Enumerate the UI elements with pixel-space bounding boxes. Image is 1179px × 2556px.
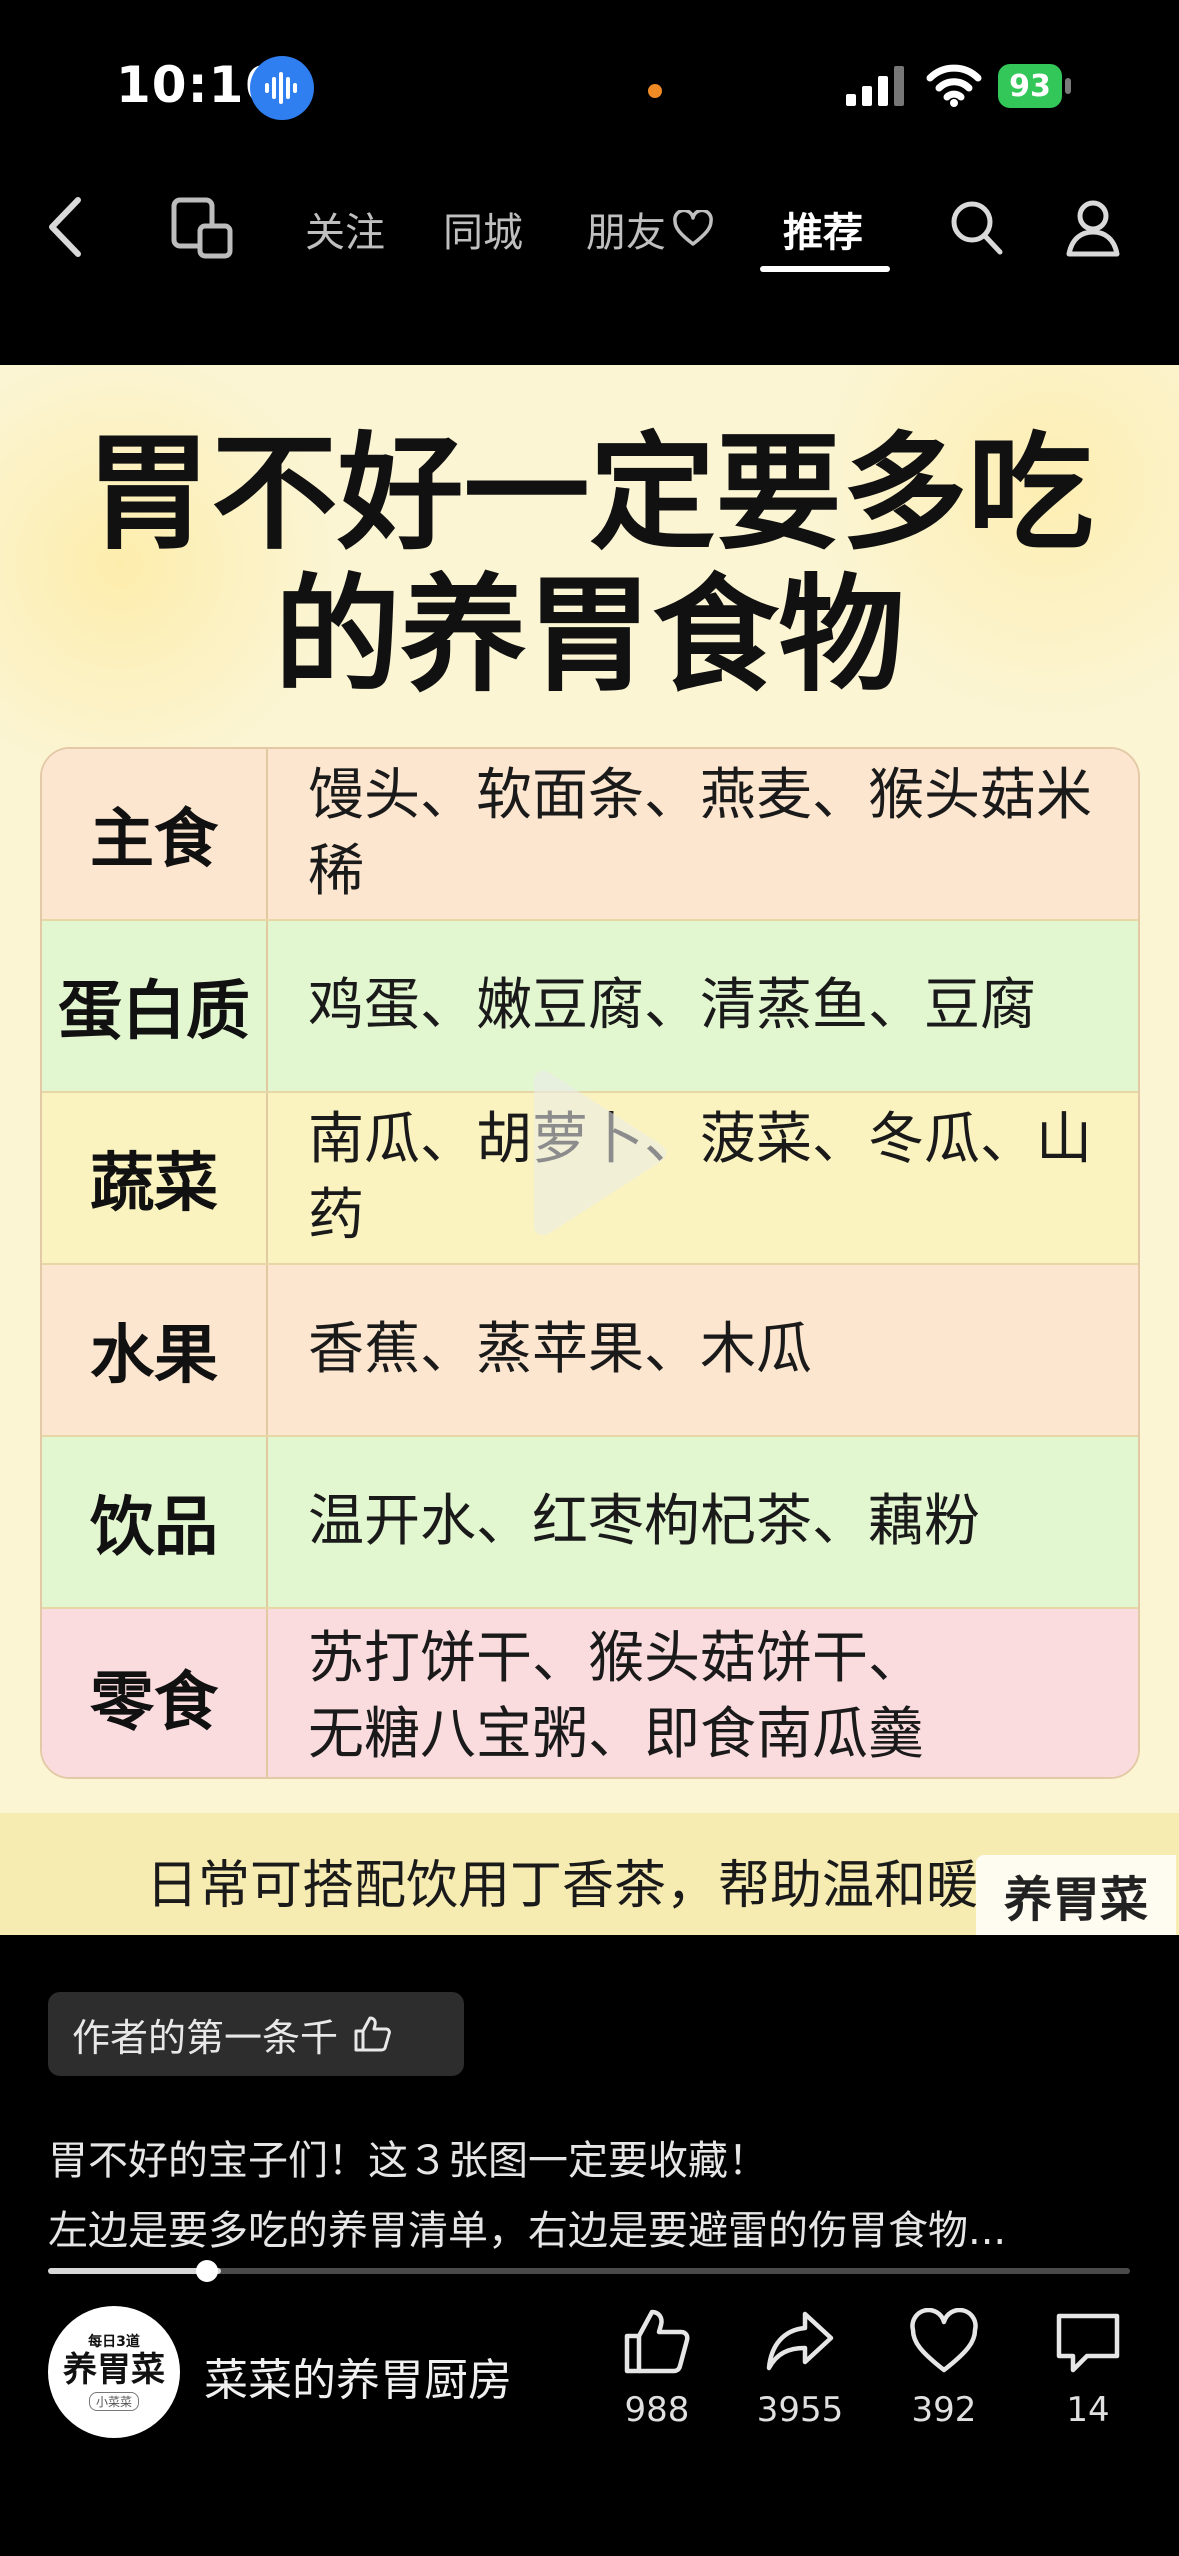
cellular-signal-icon bbox=[846, 66, 904, 106]
battery-tip bbox=[1065, 78, 1071, 94]
share-count: 3955 bbox=[756, 2390, 844, 2430]
author-chip-label: 作者的第一条千 bbox=[72, 2015, 339, 2060]
heart-outline-icon bbox=[673, 210, 713, 246]
row-items: 鸡蛋、嫩豆腐、清蒸鱼、豆腐 bbox=[308, 973, 1036, 1038]
favorite-count: 392 bbox=[911, 2390, 977, 2430]
wifi-icon bbox=[926, 64, 982, 107]
table-row: 饮品 温开水、红枣枸杞茶、藕粉 bbox=[42, 1437, 1138, 1609]
thumbs-up-icon bbox=[624, 2309, 690, 2374]
row-items: 香蕉、蒸苹果、木瓜 bbox=[308, 1317, 812, 1382]
watermark-label: 养胃菜 bbox=[976, 1855, 1176, 1935]
account-name[interactable]: 菜菜的养胃厨房 bbox=[204, 2344, 512, 2408]
active-tab-underline bbox=[760, 266, 890, 272]
comment-count: 14 bbox=[1066, 2390, 1110, 2430]
author-first-post-chip[interactable]: 作者的第一条千 bbox=[48, 1992, 464, 2076]
row-category: 蛋白质 bbox=[42, 921, 268, 1091]
caption-line1[interactable]: 胃不好的宝子们！这３张图一定要收藏！ bbox=[48, 2128, 768, 2186]
like-button[interactable]: 988 bbox=[602, 2308, 712, 2430]
tab-local[interactable]: 同城 bbox=[443, 200, 523, 258]
favorite-button[interactable]: 392 bbox=[889, 2308, 999, 2430]
tab-friends-label: 朋友 bbox=[586, 210, 666, 256]
avatar[interactable]: 每日3道 养胃菜 小菜菜 bbox=[48, 2306, 180, 2438]
tab-follow[interactable]: 关注 bbox=[305, 200, 385, 258]
tab-recommend[interactable]: 推荐 bbox=[783, 200, 863, 258]
share-arrow-icon bbox=[766, 2311, 834, 2371]
poster-title: 胃不好一定要多吃 的养胃食物 bbox=[0, 423, 1179, 707]
row-category: 水果 bbox=[42, 1265, 268, 1435]
heart-icon bbox=[910, 2308, 978, 2373]
row-category: 饮品 bbox=[42, 1437, 268, 1607]
row-items: 南瓜、胡萝卜、菠菜、冬瓜、山药 bbox=[308, 1107, 1092, 1248]
row-category: 蔬菜 bbox=[42, 1093, 268, 1263]
avatar-small-text: 每日3道 bbox=[88, 2333, 140, 2350]
poster-title-line1: 胃不好一定要多吃 bbox=[85, 420, 1094, 567]
profile-icon[interactable] bbox=[1064, 198, 1122, 258]
tab-friends[interactable]: 朋友 bbox=[586, 200, 714, 258]
row-category: 主食 bbox=[42, 749, 268, 919]
row-items: 馒头、软面条、燕麦、猴头菇米稀 bbox=[308, 763, 1092, 904]
avatar-big-text: 养胃菜 bbox=[63, 2349, 165, 2390]
back-arrow-icon[interactable] bbox=[44, 192, 88, 262]
privacy-indicator-dot bbox=[648, 84, 662, 98]
thumbs-up-icon bbox=[354, 2016, 391, 2052]
voice-recording-icon bbox=[250, 56, 314, 120]
battery-level: 93 bbox=[998, 64, 1062, 108]
poster-title-line2: 的养胃食物 bbox=[274, 562, 905, 709]
table-row: 主食 馒头、软面条、燕麦、猴头菇米稀 bbox=[42, 749, 1138, 921]
search-icon[interactable] bbox=[948, 198, 1004, 258]
comment-button[interactable]: 14 bbox=[1033, 2308, 1143, 2430]
video-poster[interactable]: 胃不好一定要多吃 的养胃食物 主食 馒头、软面条、燕麦、猴头菇米稀 蛋白质 鸡蛋… bbox=[0, 365, 1179, 1935]
like-count: 988 bbox=[624, 2390, 690, 2430]
row-items: 苏打饼干、猴头菇饼干、 无糖八宝粥、即食南瓜羹 bbox=[308, 1626, 924, 1767]
play-icon[interactable] bbox=[520, 1068, 670, 1238]
table-row: 零食 苏打饼干、猴头菇饼干、 无糖八宝粥、即食南瓜羹 bbox=[42, 1609, 1138, 1777]
caption-line2[interactable]: 左边是要多吃的养胃清单，右边是要避雷的伤胃食物... bbox=[48, 2198, 1006, 2256]
device-icon[interactable] bbox=[170, 196, 236, 262]
share-button[interactable]: 3955 bbox=[745, 2308, 855, 2430]
tip-text: 日常可搭配饮用丁香茶，帮助温和暖 bbox=[146, 1856, 979, 1916]
row-items: 温开水、红枣枸杞茶、藕粉 bbox=[308, 1489, 980, 1554]
progress-knob[interactable] bbox=[196, 2260, 218, 2282]
battery-indicator: 93 bbox=[998, 64, 1072, 108]
row-category: 零食 bbox=[42, 1609, 268, 1777]
comment-bubble-icon bbox=[1056, 2313, 1120, 2373]
food-table: 主食 馒头、软面条、燕麦、猴头菇米稀 蛋白质 鸡蛋、嫩豆腐、清蒸鱼、豆腐 蔬菜 … bbox=[40, 747, 1140, 1779]
table-row: 水果 香蕉、蒸苹果、木瓜 bbox=[42, 1265, 1138, 1437]
avatar-sub-text: 小菜菜 bbox=[88, 2391, 139, 2411]
